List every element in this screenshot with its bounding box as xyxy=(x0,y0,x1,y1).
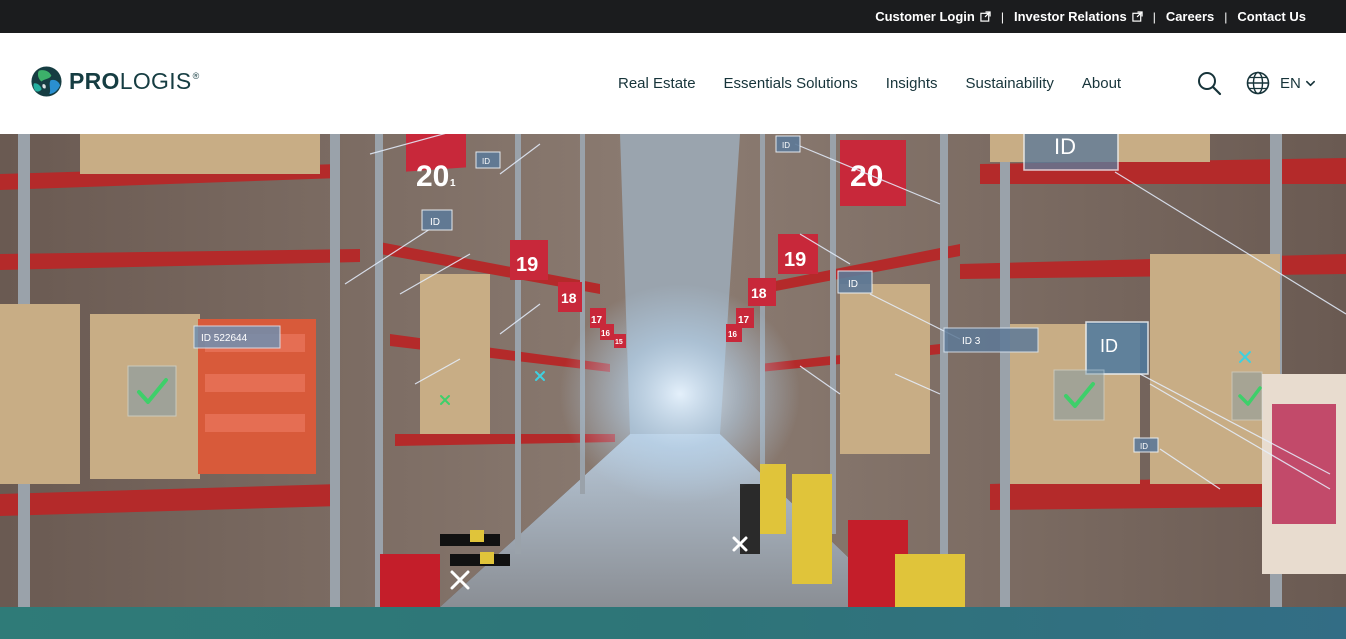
hero-tag-id-top-left: ID xyxy=(482,157,490,166)
hero-image: 20 1 19 18 17 16 15 20 19 18 17 16 ID 52… xyxy=(0,134,1346,607)
logo-logis: LOGIS xyxy=(119,68,192,94)
rack-tag-16-left: 16 xyxy=(601,329,610,338)
utility-nav: Customer Login | Investor Relations | Ca… xyxy=(875,0,1306,33)
hero-tag-right-id: ID 3 xyxy=(962,336,981,347)
nav-insights[interactable]: Insights xyxy=(886,75,938,92)
logo-wordmark: PRO LOGIS ® xyxy=(69,68,200,95)
prologis-globe-icon xyxy=(31,66,62,97)
rack-tag-19-left: 19 xyxy=(516,254,538,276)
language-selector[interactable]: EN xyxy=(1246,70,1316,96)
hero-tag-left-id: ID 522644 xyxy=(201,333,248,344)
external-link-icon xyxy=(1132,11,1143,22)
hero-tag-id-top: ID xyxy=(1054,134,1076,159)
rack-tag-19-right: 19 xyxy=(784,249,806,271)
warehouse-aisle-illustration: 20 1 19 18 17 16 15 20 19 18 17 16 ID 52… xyxy=(0,134,1346,607)
utility-separator: | xyxy=(1224,9,1228,24)
investor-relations-link[interactable]: Investor Relations xyxy=(1014,9,1143,24)
careers-link[interactable]: Careers xyxy=(1166,9,1214,24)
main-nav: Real Estate Essentials Solutions Insight… xyxy=(618,33,1121,134)
globe-icon xyxy=(1246,71,1270,95)
rack-tag-18-right: 18 xyxy=(751,285,767,301)
hero-tag-id-low-right: ID xyxy=(1140,442,1148,451)
language-label: EN xyxy=(1280,74,1301,92)
nav-real-estate[interactable]: Real Estate xyxy=(618,75,696,92)
rack-tag-18-left: 18 xyxy=(561,290,577,306)
utility-separator: | xyxy=(1152,9,1156,24)
site-header: PRO LOGIS ® Real Estate Essentials Solut… xyxy=(0,33,1346,134)
utility-bar: Customer Login | Investor Relations | Ca… xyxy=(0,0,1346,33)
rack-tag-sub: 1 xyxy=(450,178,456,189)
external-link-icon xyxy=(980,11,991,22)
rack-tag-16-right: 16 xyxy=(728,330,737,339)
nav-about[interactable]: About xyxy=(1082,75,1121,92)
customer-login-link[interactable]: Customer Login xyxy=(875,9,991,24)
hero-tag-id-top-right: ID xyxy=(782,141,790,150)
hero-tag-id-mid-right: ID xyxy=(848,279,858,290)
utility-separator: | xyxy=(1000,9,1004,24)
nav-essentials-solutions[interactable]: Essentials Solutions xyxy=(724,75,858,92)
rack-tag-20-right: 20 xyxy=(850,160,883,193)
logo-pro: PRO xyxy=(69,68,120,94)
customer-login-label: Customer Login xyxy=(875,9,975,24)
hero-bottom-band xyxy=(0,607,1346,639)
chevron-down-icon xyxy=(1305,80,1315,86)
hero-tag-id-stack: ID xyxy=(1100,336,1118,356)
contact-us-link[interactable]: Contact Us xyxy=(1237,9,1306,24)
hero-tag-id-mid-left: ID xyxy=(430,217,440,228)
rack-tag-20-left: 20 xyxy=(416,160,449,193)
rack-tag-15-left: 15 xyxy=(615,339,623,346)
prologis-logo[interactable]: PRO LOGIS ® xyxy=(30,65,200,98)
investor-relations-label: Investor Relations xyxy=(1013,9,1127,24)
nav-sustainability[interactable]: Sustainability xyxy=(966,75,1054,92)
search-icon[interactable] xyxy=(1196,70,1222,96)
logo-registered: ® xyxy=(192,71,200,81)
